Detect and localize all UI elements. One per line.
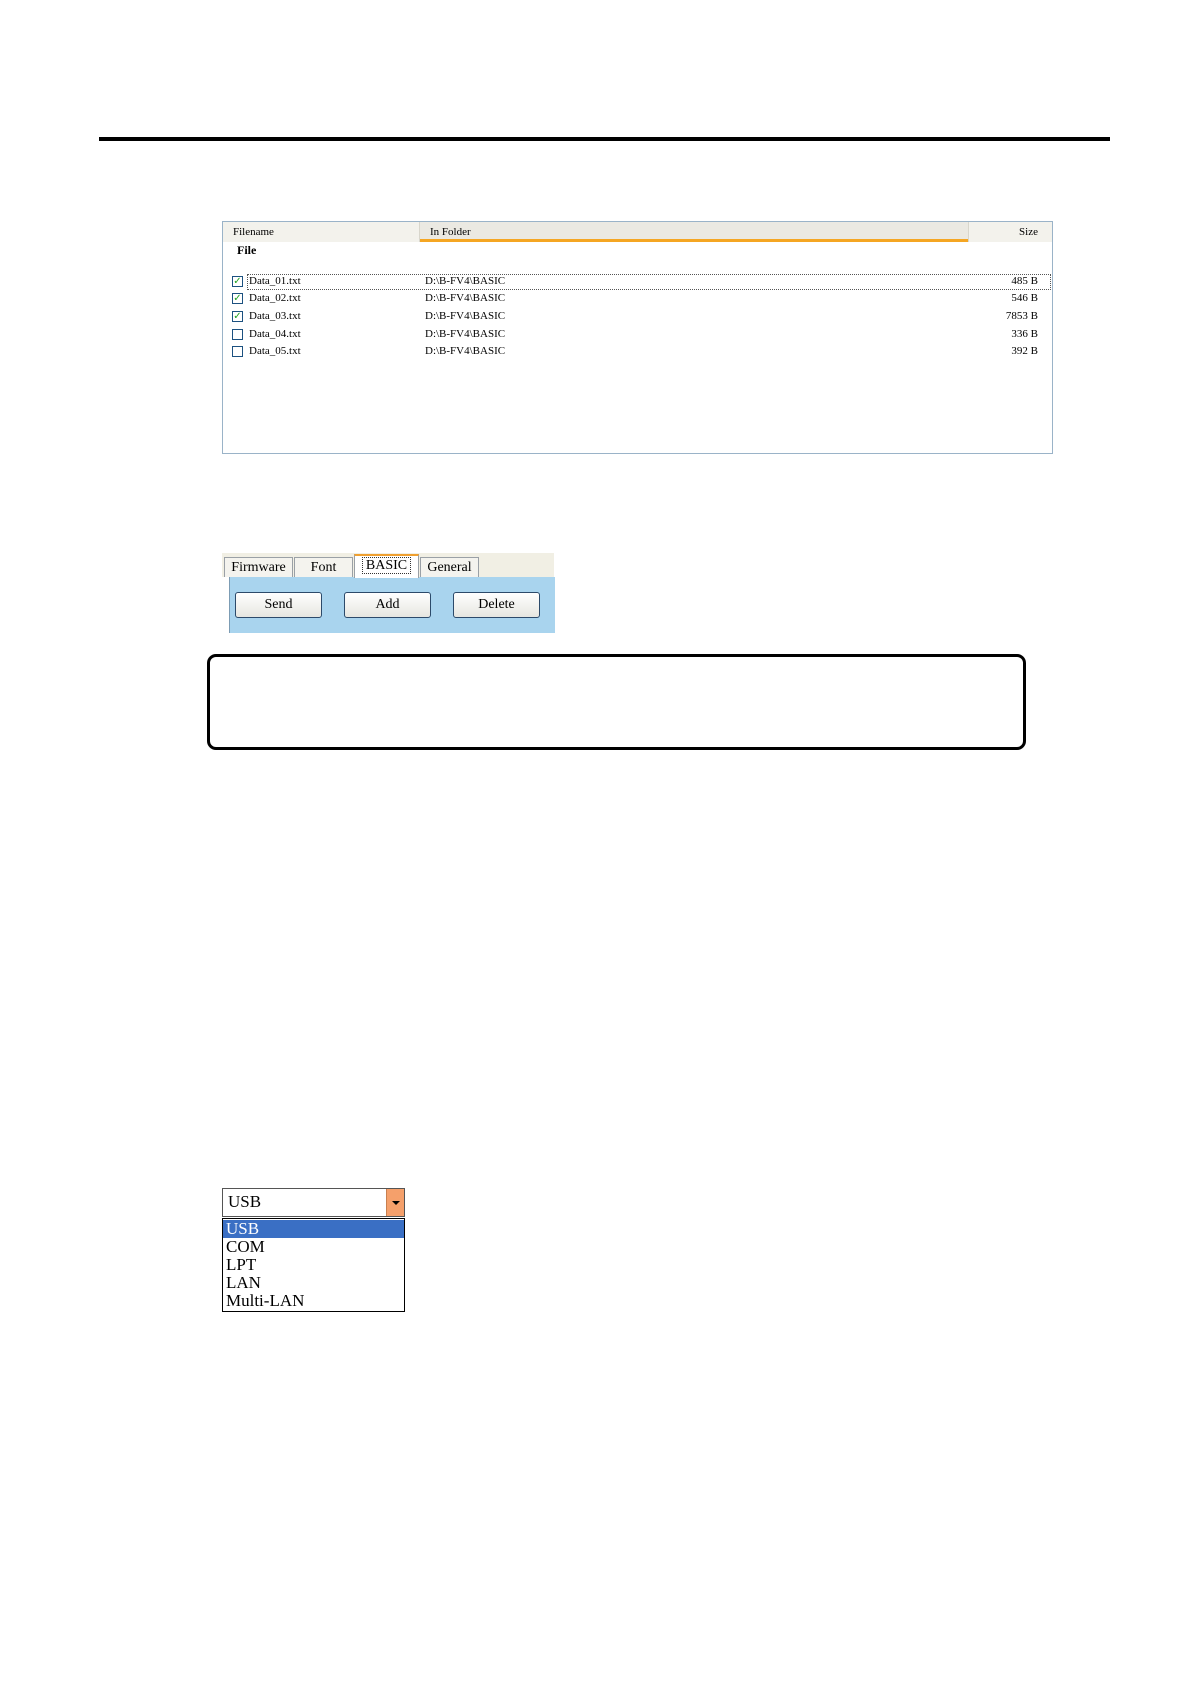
option-lan[interactable]: LAN <box>223 1274 404 1292</box>
tab-general[interactable]: General <box>420 557 479 577</box>
file-name: Data_05.txt <box>249 345 301 357</box>
file-size: 336 B <box>1011 328 1038 340</box>
delete-button[interactable]: Delete <box>453 592 540 618</box>
group-label-file: File <box>237 243 257 257</box>
file-size: 392 B <box>1011 345 1038 357</box>
file-row[interactable]: ✓ Data_02.txt D:\B-FV4\BASIC 546 B <box>223 291 1052 308</box>
file-row[interactable]: Data_05.txt D:\B-FV4\BASIC 392 B <box>223 344 1052 361</box>
file-row[interactable]: Data_04.txt D:\B-FV4\BASIC 336 B <box>223 327 1052 344</box>
file-name: Data_02.txt <box>249 292 301 304</box>
option-multi-lan[interactable]: Multi-LAN <box>223 1292 404 1310</box>
file-size: 7853 B <box>1005 310 1038 322</box>
file-folder: D:\B-FV4\BASIC <box>425 310 506 322</box>
option-lpt[interactable]: LPT <box>223 1256 404 1274</box>
note-box <box>207 654 1026 750</box>
tab-basic-label: BASIC <box>361 557 412 574</box>
add-button[interactable]: Add <box>344 592 431 618</box>
file-folder: D:\B-FV4\BASIC <box>425 275 506 287</box>
file-row[interactable]: ✓ Data_01.txt D:\B-FV4\BASIC 485 B <box>223 274 1052 291</box>
file-folder: D:\B-FV4\BASIC <box>425 328 506 340</box>
file-checkbox[interactable]: ✓ <box>232 293 243 304</box>
file-size: 546 B <box>1011 292 1038 304</box>
file-list[interactable]: Filename In Folder Size File ✓ Data_01.t… <box>222 221 1053 454</box>
tab-font[interactable]: Font <box>294 557 353 577</box>
file-checkbox[interactable] <box>232 329 243 340</box>
interface-combo[interactable]: USB <box>222 1188 405 1217</box>
tab-panel-basic: Send Add Delete <box>229 577 555 633</box>
file-folder: D:\B-FV4\BASIC <box>425 345 506 357</box>
file-checkbox[interactable] <box>232 346 243 357</box>
option-com[interactable]: COM <box>223 1238 404 1256</box>
file-row[interactable]: ✓ Data_03.txt D:\B-FV4\BASIC 7853 B <box>223 309 1052 326</box>
file-name: Data_03.txt <box>249 310 301 322</box>
column-header-size[interactable]: Size <box>968 222 1052 242</box>
option-usb[interactable]: USB <box>223 1220 404 1238</box>
file-size: 485 B <box>1011 275 1038 287</box>
chevron-down-icon[interactable] <box>386 1189 404 1216</box>
combo-selected-value: USB <box>228 1192 262 1211</box>
tab-strip: Firmware Font BASIC General <box>222 553 554 578</box>
file-name: Data_01.txt <box>249 275 301 287</box>
column-header-in-folder[interactable]: In Folder <box>420 222 968 242</box>
tab-basic[interactable]: BASIC <box>354 554 419 578</box>
top-rule <box>99 137 1110 141</box>
file-checkbox[interactable]: ✓ <box>232 276 243 287</box>
interface-dropdown-list: USB COM LPT LAN Multi-LAN <box>222 1218 405 1312</box>
tab-control: Firmware Font BASIC General Send Add Del… <box>222 553 555 633</box>
file-checkbox[interactable]: ✓ <box>232 311 243 322</box>
tab-firmware[interactable]: Firmware <box>224 557 293 577</box>
focus-indicator <box>247 274 1051 290</box>
file-name: Data_04.txt <box>249 328 301 340</box>
file-list-header: Filename In Folder Size <box>223 222 1052 242</box>
send-button[interactable]: Send <box>235 592 322 618</box>
file-folder: D:\B-FV4\BASIC <box>425 292 506 304</box>
column-header-filename[interactable]: Filename <box>223 222 420 242</box>
